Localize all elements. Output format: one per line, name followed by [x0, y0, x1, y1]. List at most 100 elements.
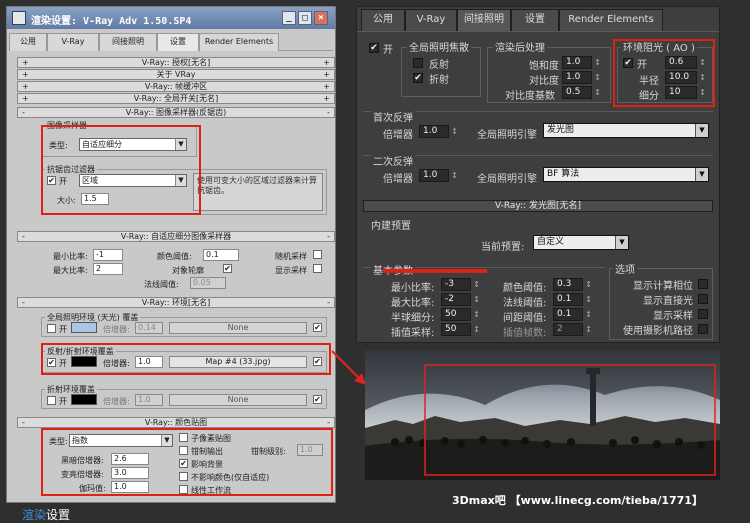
close-button[interactable]: × — [314, 11, 328, 25]
rollout-title: V-Ray:: 发光图[无名] — [494, 201, 582, 211]
environment-map-preview — [365, 350, 720, 480]
adaptive-min-spinner[interactable]: -1 — [93, 249, 123, 261]
maximize-button[interactable]: □ — [298, 11, 312, 25]
rollout-irradiance-map[interactable]: V-Ray:: 发光图[无名] — [363, 200, 713, 212]
hsph-label: 半球细分: — [391, 313, 435, 324]
tab-settings[interactable]: 设置 — [157, 33, 199, 51]
divider — [363, 111, 713, 112]
interp-spinner[interactable]: 50 — [441, 323, 480, 336]
divider — [363, 155, 713, 156]
primary-mult-spinner[interactable]: 1.0 — [419, 125, 458, 138]
irr-dist-label: 间距阈值: — [503, 313, 547, 324]
brand-url[interactable]: 【www.linecg.com/tieba/1771】 — [510, 494, 703, 507]
refr-env-on-checkbox[interactable] — [47, 396, 56, 405]
irr-nrm-label: 法线阈值: — [503, 298, 547, 309]
rollout-title: V-Ray:: 颜色贴图 — [144, 418, 208, 427]
brand-name: 3Dmax吧 — [452, 494, 506, 507]
rollout-color-mapping[interactable]: - V-Ray:: 颜色贴图 - — [17, 417, 335, 428]
rollout-auth[interactable]: + V-Ray:: 授权[无名] + — [17, 57, 335, 68]
secondary-mult-spinner[interactable]: 1.0 — [419, 169, 458, 182]
random-sample-checkbox[interactable] — [313, 250, 322, 259]
pointer-arrow — [331, 350, 366, 385]
tab-vray[interactable]: V-Ray — [47, 33, 99, 51]
highlight-irr-basic — [383, 269, 487, 273]
refractive-checkbox[interactable]: ✔ — [413, 73, 423, 83]
gi-env-on-checkbox[interactable] — [47, 324, 56, 333]
highlight-refl-env — [41, 343, 331, 375]
filter-description: 使用可变大小的区域过滤器来计算抗锯齿。 — [193, 173, 323, 211]
tab-render-elements[interactable]: Render Elements — [559, 9, 663, 31]
contrast-label: 对比度 — [529, 76, 559, 87]
saturation-spinner[interactable]: 1.0 — [562, 56, 601, 69]
irr-clr-label: 颜色阈值: — [503, 283, 547, 294]
refr-env-color-swatch[interactable] — [71, 394, 97, 405]
show-samples-checkbox[interactable] — [698, 309, 708, 319]
gi-on-label: 开 — [383, 45, 393, 56]
irr-dist-spinner[interactable]: 0.1 — [553, 308, 592, 321]
show-direct-checkbox[interactable] — [698, 294, 708, 304]
show-direct-label: 显示直接光 — [643, 296, 693, 307]
tab-vray[interactable]: V-Ray — [405, 9, 457, 31]
rollout-environment[interactable]: - V-Ray:: 环境[无名] - — [17, 297, 335, 308]
irr-clr-spinner[interactable]: 0.3 — [553, 278, 592, 291]
gi-env-mult-label: 倍增器: — [103, 325, 130, 334]
tab-divider — [357, 31, 719, 32]
current-preset-select[interactable]: 自定义 ▼ — [533, 235, 629, 250]
refr-env-mult-spinner[interactable]: 1.0 — [135, 394, 163, 406]
irr-nrm-spinner[interactable]: 0.1 — [553, 293, 592, 306]
show-samples-checkbox[interactable] — [313, 264, 322, 273]
saturation-label: 饱和度 — [529, 61, 559, 72]
rollout-framebuffer[interactable]: + V-Ray:: 帧缓冲区 + — [17, 81, 335, 92]
current-preset-value: 自定义 — [537, 237, 565, 247]
use-camera-checkbox[interactable] — [698, 324, 708, 334]
highlight-image-sampler — [41, 125, 201, 215]
irr-max-spinner[interactable]: -2 — [441, 293, 480, 306]
adaptive-max-spinner[interactable]: 2 — [93, 263, 123, 275]
adaptive-nrm-spinner[interactable]: 0.05 — [190, 277, 226, 289]
irr-frames-spinner[interactable]: 2 — [553, 323, 592, 336]
contrast-spinner[interactable]: 1.0 — [562, 71, 601, 84]
object-outline-checkbox[interactable]: ✔ — [223, 264, 232, 273]
rollout-global-switch[interactable]: + V-Ray:: 全局开关[无名] + — [17, 93, 335, 104]
tab-indirect[interactable]: 间接照明 — [99, 33, 157, 51]
rollout-adaptive[interactable]: - V-Ray:: 自适应细分图像采样器 - — [17, 231, 335, 242]
gi-env-map-checkbox[interactable]: ✔ — [313, 323, 322, 332]
show-calc-checkbox[interactable] — [698, 279, 708, 289]
contrast-base-spinner[interactable]: 0.5 — [562, 86, 601, 99]
rollout-title: V-Ray:: 全局开关[无名] — [133, 94, 219, 103]
irr-min-spinner[interactable]: -3 — [441, 278, 480, 291]
rollout-image-sampler[interactable]: - V-Ray:: 图像采样器(反锯齿) - — [17, 107, 335, 118]
irr-frames-label: 插值帧数: — [503, 328, 547, 339]
gi-on-checkbox[interactable]: ✔ — [369, 43, 379, 53]
secondary-engine-select[interactable]: BF 算法 ▼ — [543, 167, 709, 182]
primary-engine-select[interactable]: 发光图 ▼ — [543, 123, 709, 138]
refr-env-mult-label: 倍增器: — [103, 397, 130, 406]
gi-env-color-swatch[interactable] — [71, 322, 97, 333]
rollout-about[interactable]: + 关于 VRay + — [17, 69, 335, 80]
refr-env-map-button[interactable]: None — [169, 394, 307, 406]
title-bar[interactable]: 渲染设置: V-Ray Adv 1.50.SP4 _ □ × — [7, 7, 335, 29]
gi-env-mult-spinner[interactable]: 0.14 — [135, 322, 163, 334]
primary-engine-label: 全局照明引擎 — [477, 130, 537, 141]
tab-common[interactable]: 公用 — [9, 33, 47, 51]
rollout-title: V-Ray:: 帧缓冲区 — [144, 82, 208, 91]
hsph-spinner[interactable]: 50 — [441, 308, 480, 321]
adaptive-max-label: 最大比率: — [53, 266, 88, 275]
contrast-base-label: 对比度基数 — [505, 91, 555, 102]
primary-engine-value: 发光图 — [547, 125, 575, 135]
use-camera-label: 使用摄影机路径 — [623, 326, 693, 337]
refr-env-map-checkbox[interactable]: ✔ — [313, 395, 322, 404]
tab-settings[interactable]: 设置 — [511, 9, 559, 31]
tab-render-elements[interactable]: Render Elements — [199, 33, 279, 51]
reflective-checkbox[interactable] — [413, 58, 423, 68]
chevron-down-icon: ▼ — [615, 236, 628, 249]
tab-common[interactable]: 公用 — [361, 9, 405, 31]
rollout-title: V-Ray:: 环境[无名] — [141, 298, 211, 307]
gi-env-map-button[interactable]: None — [169, 322, 307, 334]
adaptive-clr-spinner[interactable]: 0.1 — [203, 249, 239, 261]
adaptive-min-label: 最小比率: — [53, 252, 88, 261]
minimize-button[interactable]: _ — [282, 11, 296, 25]
caption-blue: 渲染 — [22, 508, 47, 522]
tab-indirect[interactable]: 间接照明 — [457, 9, 511, 31]
current-preset-label: 当前预置: — [481, 242, 525, 253]
